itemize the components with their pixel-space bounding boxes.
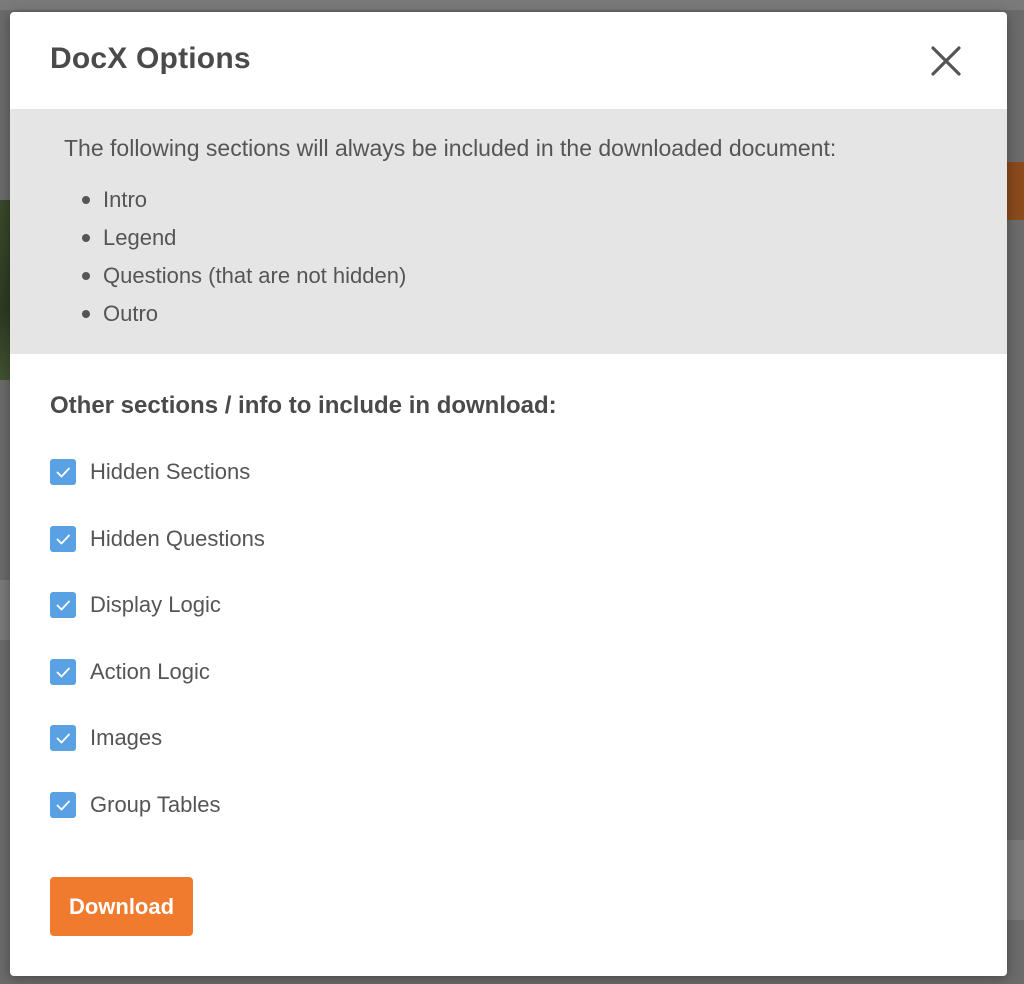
hidden-sections-checkbox[interactable] (50, 459, 76, 485)
bullet-icon (82, 196, 90, 204)
background-top-bar (0, 0, 1024, 10)
option-label[interactable]: Action Logic (90, 656, 210, 688)
option-label[interactable]: Images (90, 722, 162, 754)
background-row (1007, 840, 1024, 920)
background-button (1007, 162, 1024, 220)
list-item: Legend (64, 219, 406, 257)
list-item-label: Legend (103, 225, 177, 250)
option-label[interactable]: Hidden Questions (90, 523, 265, 555)
list-item-label: Questions (that are not hidden) (103, 263, 407, 288)
group-tables-checkbox[interactable] (50, 791, 76, 818)
list-item: Outro (64, 295, 406, 333)
checkmark-icon (56, 800, 70, 810)
docx-options-modal: DocX Options The following sections will… (10, 12, 1007, 976)
checkmark-icon (56, 667, 70, 677)
bullet-icon (82, 272, 90, 280)
list-item: Questions (that are not hidden) (64, 257, 406, 295)
background-row (0, 580, 10, 640)
option-label[interactable]: Display Logic (90, 589, 221, 621)
download-button[interactable]: Download (50, 877, 193, 936)
checkmark-icon (56, 733, 70, 744)
hidden-questions-checkbox[interactable] (50, 525, 76, 552)
checkmark-icon (56, 600, 70, 611)
always-included-list: Intro Legend Questions (that are not hid… (64, 181, 406, 333)
bullet-icon (82, 234, 90, 242)
always-included-panel: The following sections will always be in… (10, 109, 1007, 354)
display-logic-checkbox[interactable] (50, 592, 76, 618)
bullet-icon (82, 310, 90, 318)
images-checkbox[interactable] (50, 725, 76, 751)
modal-header: DocX Options (10, 12, 1007, 109)
close-icon[interactable] (928, 43, 964, 79)
optional-sections-heading: Other sections / info to include in down… (50, 392, 557, 419)
list-item: Intro (64, 181, 406, 219)
action-logic-checkbox[interactable] (50, 658, 76, 685)
modal-title: DocX Options (50, 42, 251, 75)
list-item-label: Outro (103, 301, 159, 326)
option-label[interactable]: Group Tables (90, 789, 220, 821)
checkmark-icon (56, 534, 70, 544)
close-button[interactable] (928, 43, 964, 79)
always-included-text: The following sections will always be in… (64, 135, 837, 161)
list-item-label: Intro (103, 187, 148, 212)
background-image (0, 200, 10, 380)
checkmark-icon (56, 467, 70, 478)
option-label[interactable]: Hidden Sections (90, 456, 250, 488)
